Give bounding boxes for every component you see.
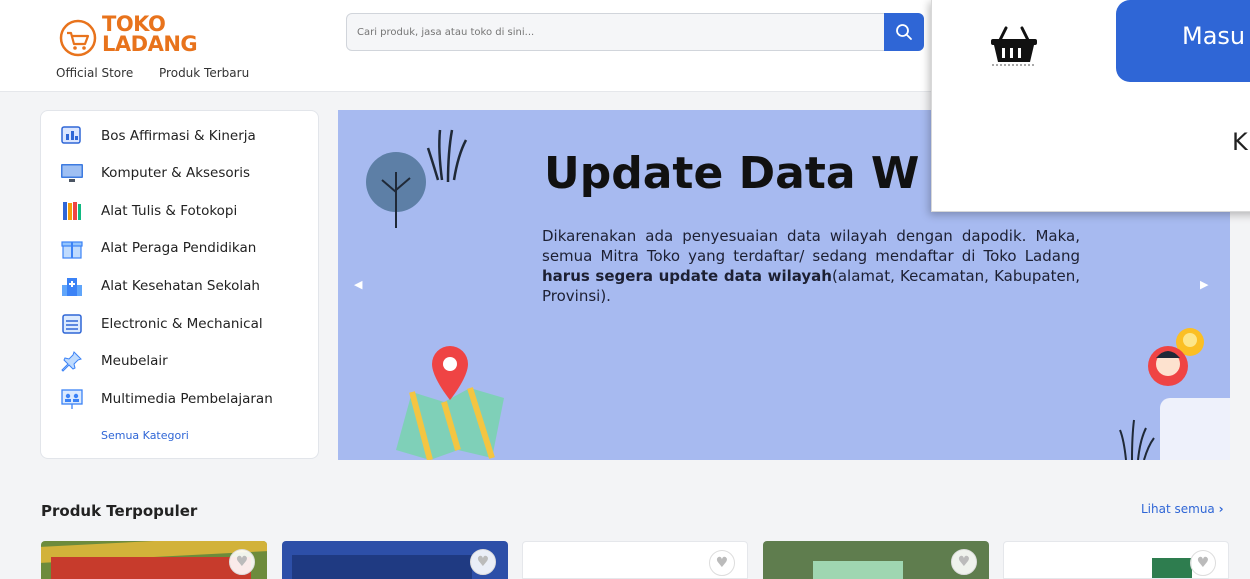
login-button[interactable]: Masu bbox=[1116, 0, 1250, 82]
chevron-right-icon: › bbox=[1218, 502, 1224, 516]
new-products-link[interactable]: Produk Terbaru bbox=[159, 66, 249, 80]
books-icon bbox=[59, 199, 85, 223]
cart-login-popup: Masu K bbox=[931, 0, 1250, 212]
toko-ladang-logo[interactable]: TOKO LADANG bbox=[58, 12, 198, 62]
popular-products-title: Produk Terpopuler bbox=[41, 502, 198, 520]
map-pin-illustration bbox=[396, 346, 504, 460]
header-nav: Official Store Produk Terbaru bbox=[56, 66, 271, 80]
category-item-alat-peraga[interactable]: Alat Peraga Pendidikan bbox=[59, 235, 309, 261]
favorite-heart-icon[interactable]: ♥ bbox=[1190, 550, 1216, 576]
category-label: Bos Affirmasi & Kinerja bbox=[101, 128, 256, 144]
avatar-pins-illustration bbox=[1148, 328, 1204, 386]
category-label: Alat Kesehatan Sekolah bbox=[101, 278, 260, 294]
banner-body: Dikarenakan ada penyesuaian data wilayah… bbox=[542, 227, 1080, 305]
search-bar bbox=[346, 13, 924, 51]
search-button[interactable] bbox=[884, 13, 924, 51]
document-chart-icon bbox=[59, 124, 85, 148]
category-item-multimedia[interactable]: Multimedia Pembelajaran bbox=[59, 386, 309, 412]
grass-illustration bbox=[1119, 419, 1155, 460]
server-icon bbox=[59, 312, 85, 336]
favorite-heart-icon[interactable]: ♥ bbox=[229, 549, 255, 575]
banner-corner-decoration bbox=[1160, 398, 1230, 460]
product-card[interactable]: ♥ bbox=[763, 541, 989, 579]
product-card[interactable]: ♥ bbox=[282, 541, 508, 579]
favorite-heart-icon[interactable]: ♥ bbox=[709, 550, 735, 576]
category-label: Komputer & Aksesoris bbox=[101, 165, 250, 181]
favorite-heart-icon[interactable]: ♥ bbox=[951, 549, 977, 575]
hospital-icon bbox=[59, 274, 85, 298]
category-label: Multimedia Pembelajaran bbox=[101, 391, 273, 407]
banner-prev-arrow[interactable]: ◀ bbox=[354, 278, 370, 294]
all-categories-link[interactable]: Semua Kategori bbox=[101, 429, 189, 442]
product-card[interactable]: ♥ bbox=[522, 541, 748, 579]
product-card[interactable]: ♥ bbox=[1003, 541, 1229, 579]
monitor-icon bbox=[59, 161, 85, 185]
product-card[interactable]: ♥ bbox=[41, 541, 267, 579]
search-input[interactable] bbox=[347, 14, 887, 50]
banner-title: Update Data W bbox=[544, 148, 920, 199]
category-label: Meubelair bbox=[101, 353, 168, 369]
presentation-icon bbox=[59, 387, 85, 411]
official-store-link[interactable]: Official Store bbox=[56, 66, 133, 80]
popup-partial-text: K bbox=[1232, 128, 1248, 156]
see-all-popular-link[interactable]: Lihat semua › bbox=[1141, 502, 1224, 516]
category-item-bos-affirmasi[interactable]: Bos Affirmasi & Kinerja bbox=[59, 123, 309, 149]
category-item-alat-kesehatan[interactable]: Alat Kesehatan Sekolah bbox=[59, 273, 309, 299]
logo-text-ladang: LADANG bbox=[102, 32, 198, 56]
category-item-komputer[interactable]: Komputer & Aksesoris bbox=[59, 160, 309, 186]
search-icon bbox=[896, 24, 912, 40]
shopping-basket-icon[interactable] bbox=[988, 24, 1040, 66]
logo-text-toko: TOKO bbox=[102, 12, 166, 36]
favorite-heart-icon[interactable]: ♥ bbox=[470, 549, 496, 575]
banner-next-arrow[interactable]: ▶ bbox=[1200, 278, 1216, 294]
category-item-electronic[interactable]: Electronic & Mechanical bbox=[59, 311, 309, 337]
category-sidebar: Bos Affirmasi & Kinerja Komputer & Akses… bbox=[40, 110, 319, 459]
category-label: Electronic & Mechanical bbox=[101, 316, 263, 332]
category-label: Alat Peraga Pendidikan bbox=[101, 240, 257, 256]
pin-icon bbox=[59, 349, 85, 373]
category-label: Alat Tulis & Fotokopi bbox=[101, 203, 238, 219]
gift-box-icon bbox=[59, 236, 85, 260]
category-item-alat-tulis[interactable]: Alat Tulis & Fotokopi bbox=[59, 198, 309, 224]
tree-illustration bbox=[366, 129, 468, 228]
category-item-meubelair[interactable]: Meubelair bbox=[59, 348, 309, 374]
cart-logo-icon bbox=[59, 19, 97, 57]
